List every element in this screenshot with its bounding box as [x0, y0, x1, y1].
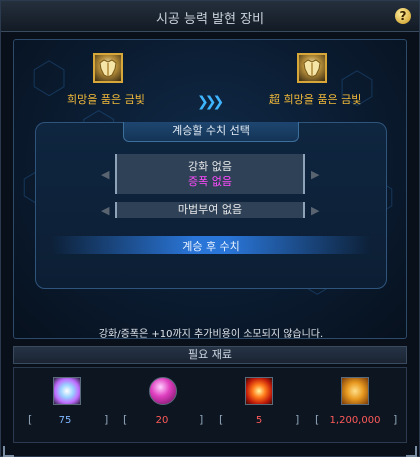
- transfer-arrow-icon: ❯❯❯: [197, 94, 224, 110]
- reinforce-option-selector[interactable]: 강화 없음 증폭 없음: [115, 154, 305, 194]
- material-count: 20: [155, 415, 169, 426]
- bracket-right: ]: [295, 413, 300, 426]
- corner-ornament: [3, 446, 14, 457]
- target-item-slot[interactable]: [297, 53, 327, 83]
- next-magic-arrow-icon[interactable]: ▶: [311, 204, 319, 217]
- cost-notice: 강화/증폭은 +10까지 추가비용이 소모되지 않습니다.: [98, 329, 324, 340]
- target-item-name: 超 희망을 품은 금빛: [269, 93, 362, 106]
- crystal-icon: [53, 377, 81, 405]
- required-materials-header: 필요 재료: [13, 346, 407, 364]
- amplify-value: 증폭 없음: [188, 175, 232, 188]
- source-item-name: 희망을 품은 금빛: [67, 93, 145, 106]
- fire-burst-icon: [245, 377, 273, 405]
- pink-orb-icon: [149, 377, 177, 405]
- bracket-right: ]: [199, 413, 204, 426]
- reinforce-value: 강화 없음: [188, 160, 232, 173]
- bracket-right: ]: [393, 413, 398, 426]
- prev-option-arrow-icon[interactable]: ◀: [101, 168, 109, 181]
- inherit-selection-header: 계승할 수치 선택: [123, 122, 299, 142]
- bracket-left: [: [219, 413, 224, 426]
- next-option-arrow-icon[interactable]: ▶: [311, 168, 319, 181]
- window-title: 시공 능력 발현 장비: [155, 12, 265, 27]
- material-count: 1,200,000: [329, 415, 381, 426]
- equipment-awakening-window: 시공 능력 발현 장비 ? 희망을 품은 금빛 ❯❯❯ 超 희망을 품은 금빛 …: [0, 0, 420, 457]
- material-count: 75: [58, 415, 72, 426]
- bracket-right: ]: [104, 413, 109, 426]
- gold-coins-icon: [341, 377, 369, 405]
- bracket-left: [: [315, 413, 320, 426]
- help-icon[interactable]: ?: [395, 8, 411, 24]
- material-count: 5: [255, 415, 263, 426]
- golden-armor-icon: [99, 59, 117, 78]
- magic-seal-selector[interactable]: 마법부여 없음: [115, 202, 305, 218]
- title-bar[interactable]: 시공 능력 발현 장비 ?: [1, 1, 419, 32]
- corner-ornament: [406, 446, 417, 457]
- golden-armor-icon: [303, 59, 321, 78]
- prev-magic-arrow-icon[interactable]: ◀: [101, 204, 109, 217]
- source-item-slot[interactable]: [93, 53, 123, 83]
- after-inherit-label: 계승 후 수치: [182, 240, 240, 253]
